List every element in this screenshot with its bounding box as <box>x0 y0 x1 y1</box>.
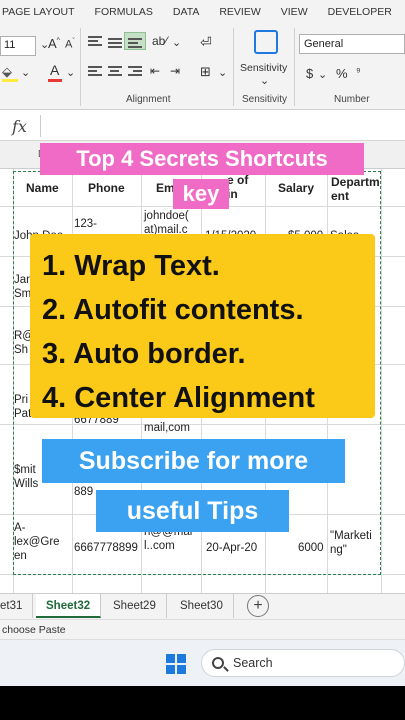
sheet-tab[interactable]: et31 <box>0 594 34 618</box>
subscribe-caption: Subscribe for more <box>42 439 345 483</box>
tab-view[interactable]: VIEW <box>271 6 318 18</box>
tab-data[interactable]: DATA <box>163 6 209 18</box>
number-format-select[interactable]: General <box>299 34 405 54</box>
formula-separator <box>40 115 41 137</box>
tab-formulas[interactable]: FORMULAS <box>85 6 163 18</box>
taskbar-search[interactable]: Search <box>201 649 405 677</box>
merge-center-icon[interactable]: ⊞ <box>200 64 211 80</box>
tab-page-layout[interactable]: PAGE LAYOUT <box>0 6 85 18</box>
increase-font-icon[interactable]: A^ <box>48 36 60 51</box>
comma-style-icon[interactable]: ⁹ <box>356 66 361 78</box>
increase-indent-icon[interactable]: ⇥ <box>170 64 180 78</box>
grid-line <box>381 169 382 593</box>
sheet-tab-active[interactable]: Sheet32 <box>36 594 102 618</box>
ribbon: 11 ⌄ A^ Aˇ ⬙ ⌄ A ⌄ ab⁄ ⌄ ⇤ ⇥ ⏎ ⊞ ⌄ Align… <box>0 24 405 110</box>
tip-item: 3. Auto border. <box>42 338 246 370</box>
sheet-tab[interactable]: Sheet30 <box>170 594 234 618</box>
fill-color-swatch <box>2 79 18 82</box>
tip-item: 1. Wrap Text. <box>42 250 220 282</box>
subscribe-caption-line2: useful Tips <box>96 490 289 532</box>
search-icon <box>212 657 224 669</box>
number-group-label: Number <box>334 94 370 105</box>
fill-color-icon[interactable]: ⬙ <box>2 64 12 80</box>
sensitivity-group-label: Sensitivity <box>242 94 288 105</box>
ribbon-tabs: PAGE LAYOUT FORMULAS DATA REVIEW VIEW DE… <box>0 0 405 24</box>
sheet-tabs-bar: et31 Sheet32 Sheet29 Sheet30 + <box>0 593 405 619</box>
fx-icon[interactable]: fx <box>12 117 27 136</box>
tip-item: 4. Center Alignment <box>42 382 315 414</box>
align-left-icon[interactable] <box>88 64 102 78</box>
tab-developer[interactable]: DEVELOPER <box>318 6 402 18</box>
status-bar: choose Paste <box>0 619 405 639</box>
tips-box: 1. Wrap Text. 2. Autofit contents. 3. Au… <box>30 234 375 418</box>
tip-item: 2. Autofit contents. <box>42 294 304 326</box>
sensitivity-icon[interactable] <box>254 30 278 54</box>
font-color-icon[interactable]: A <box>50 62 59 78</box>
percent-button[interactable]: % <box>336 66 348 81</box>
merge-dropdown-icon[interactable]: ⌄ <box>218 66 227 79</box>
align-right-icon[interactable] <box>128 64 142 78</box>
sensitivity-button[interactable]: Sensitivity <box>240 62 287 74</box>
title-caption: Top 4 Secrets Shortcuts <box>40 143 364 175</box>
top-align-icon[interactable] <box>88 34 102 48</box>
currency-button[interactable]: $ <box>306 66 313 81</box>
font-color-swatch <box>48 79 62 82</box>
orientation-dropdown-icon[interactable]: ⌄ <box>172 36 181 49</box>
sensitivity-dropdown-icon[interactable]: ⌄ <box>260 74 269 87</box>
taskbar: Search <box>0 639 405 686</box>
formula-bar: fx <box>0 111 405 141</box>
ribbon-separator <box>80 28 81 106</box>
add-sheet-button[interactable]: + <box>247 595 269 617</box>
fill-dropdown-icon[interactable]: ⌄ <box>21 66 30 79</box>
font-size-select[interactable]: 11 <box>0 36 36 56</box>
middle-align-icon[interactable] <box>108 36 122 50</box>
orientation-icon[interactable]: ab⁄ <box>152 34 167 48</box>
align-center-icon[interactable] <box>108 64 122 78</box>
decrease-font-icon[interactable]: Aˇ <box>65 38 75 51</box>
windows-start-icon[interactable] <box>166 654 186 674</box>
excel-window: PAGE LAYOUT FORMULAS DATA REVIEW VIEW DE… <box>0 0 405 686</box>
ribbon-separator <box>233 28 234 106</box>
font-color-dropdown-icon[interactable]: ⌄ <box>66 66 75 79</box>
ribbon-separator <box>294 28 295 106</box>
currency-dropdown-icon[interactable]: ⌄ <box>318 68 327 81</box>
wrap-text-icon[interactable] <box>128 36 142 50</box>
title-caption-line2: key <box>173 179 229 209</box>
tab-review[interactable]: REVIEW <box>209 6 270 18</box>
decrease-indent-icon[interactable]: ⇤ <box>150 64 160 78</box>
alignment-group-label: Alignment <box>126 94 171 105</box>
search-placeholder: Search <box>233 656 273 670</box>
wrap-lines-icon[interactable]: ⏎ <box>200 34 212 51</box>
sheet-tab[interactable]: Sheet29 <box>103 594 167 618</box>
